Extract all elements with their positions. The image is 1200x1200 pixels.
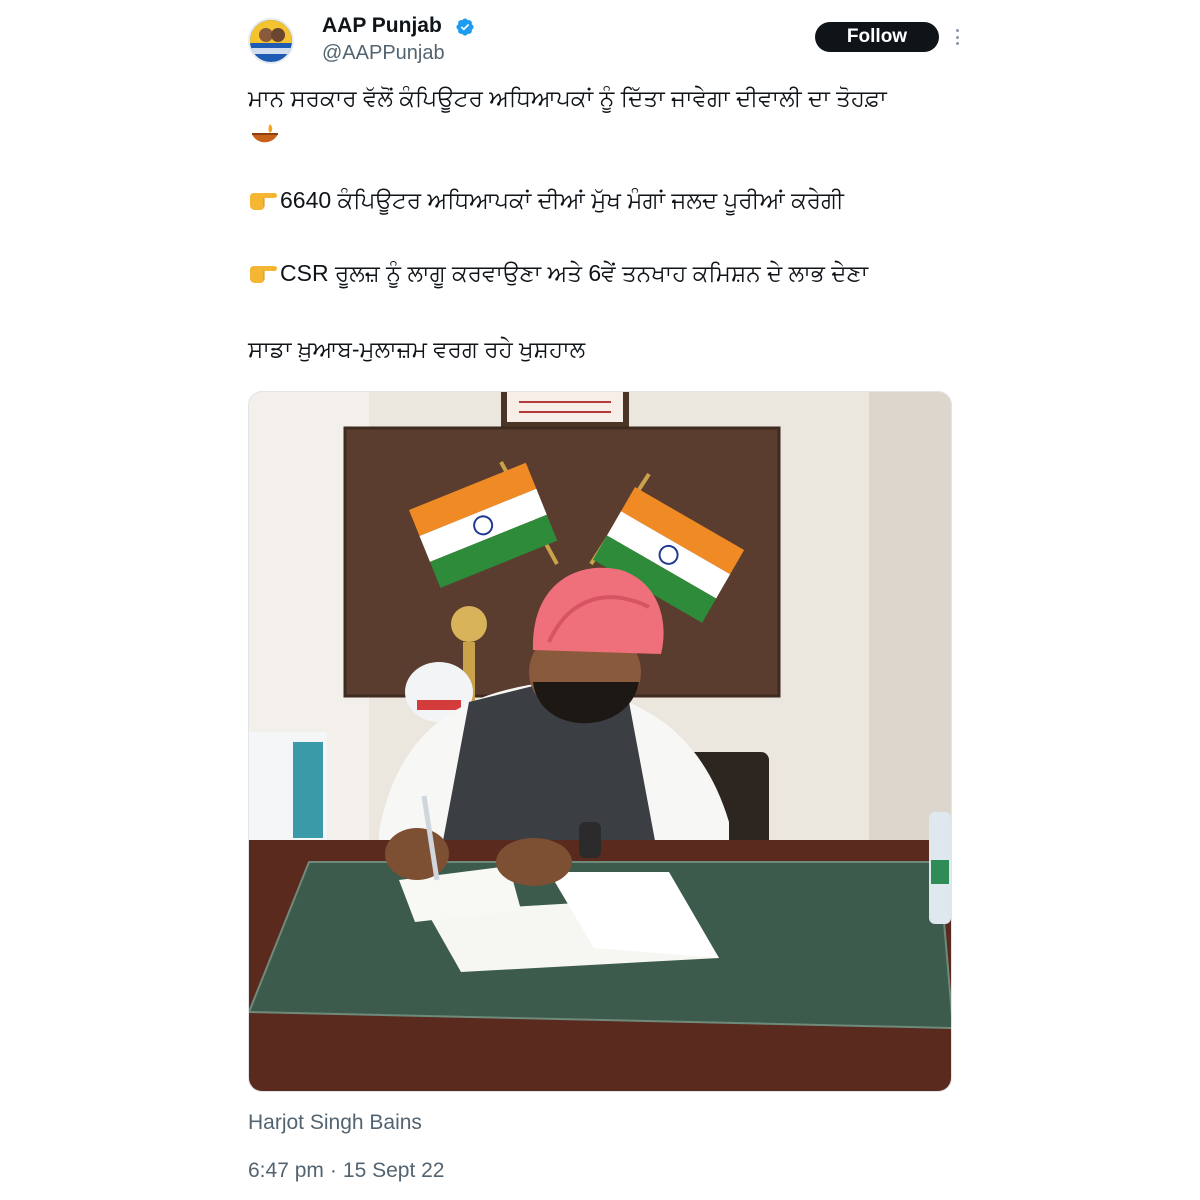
timestamp-time: 6:47 pm [248,1159,324,1182]
tweet-line-4: ਸਾਡਾ ਖ਼ੁਆਬ-ਮੁਲਾਜ਼ਮ ਵਰਗ ਰਹੇ ਖੁਸ਼ਹਾਲ [248,336,586,362]
tweet-line-2-text: 6640 ਕੰਪਿਊਟਰ ਅਧਿਆਪਕਾਂ ਦੀਆਂ ਮੁੱਖ ਮੰਗਾਂ ਜਲ… [280,187,844,213]
timestamp-separator: · [329,1159,337,1182]
more-options-icon[interactable] [950,24,964,50]
tweet-line-3: CSR ਰੂਲਜ਼ ਨੂੰ ਲਾਗੂ ਕਰਵਾਉਣਾ ਅਤੇ 6ਵੇਂ ਤਨਖਾ… [248,258,868,288]
diya-lamp-icon [252,124,278,143]
handle[interactable]: @AAPPunjab [322,42,445,65]
avatar[interactable] [248,18,294,64]
pointing-hand-icon [250,193,277,210]
pointing-hand-icon [250,266,277,283]
tweet-line-1: ਮਾਨ ਸਰਕਾਰ ਵੱਲੋਂ ਕੰਪਿਊਟਰ ਅਧਿਆਪਕਾਂ ਨੂੰ ਦਿੱ… [248,85,887,111]
avatar-strip [250,48,292,54]
verified-badge-icon [456,18,474,36]
follow-button[interactable]: Follow [815,22,939,52]
timestamp[interactable]: 6:47 pm · 15 Sept 22 [248,1159,444,1183]
timestamp-date: 15 Sept 22 [342,1159,445,1182]
display-name[interactable]: AAP Punjab [322,14,442,38]
tweet-photo[interactable] [248,391,952,1092]
tweet-line-2: 6640 ਕੰਪਿਊਟਰ ਅਧਿਆਪਕਾਂ ਦੀਆਂ ਮੁੱਖ ਮੰਗਾਂ ਜਲ… [248,185,844,215]
office-photo-illustration [249,392,951,1091]
tweet-line-3-text: CSR ਰੂਲਜ਼ ਨੂੰ ਲਾਗੂ ਕਰਵਾਉਣਾ ਅਤੇ 6ਵੇਂ ਤਨਖਾ… [280,260,869,286]
avatar-face-icon [271,28,285,42]
photo-caption: Harjot Singh Bains [248,1111,422,1134]
